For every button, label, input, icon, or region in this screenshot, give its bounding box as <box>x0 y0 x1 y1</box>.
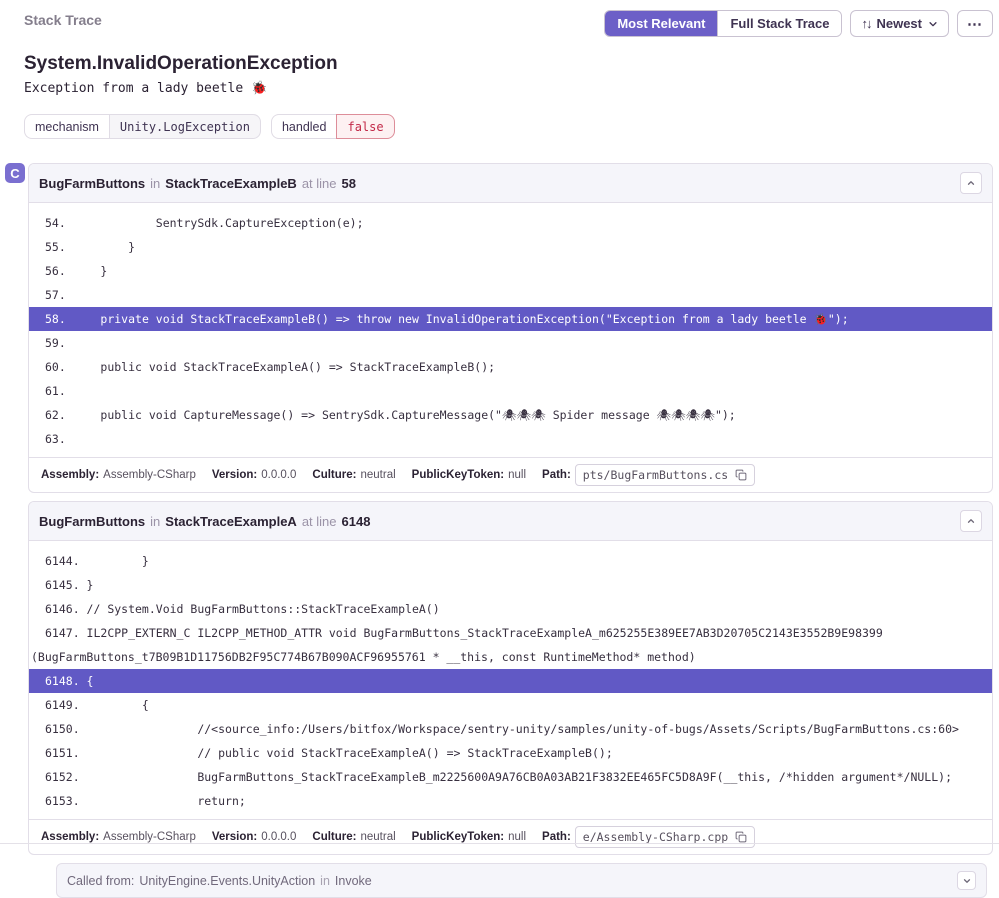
code-line: 6149. { <box>29 693 992 717</box>
more-options-button[interactable]: ⋯ <box>957 10 993 37</box>
assembly-value: Assembly-CSharp <box>103 469 196 481</box>
path-label: Path: <box>542 831 571 843</box>
chevron-up-icon <box>966 516 976 526</box>
path-value: e/Assembly-CSharp.cpp <box>583 830 728 844</box>
code-line: 55. } <box>29 235 992 259</box>
assembly-label: Assembly: <box>41 469 99 481</box>
code-line: 54. SentrySdk.CaptureException(e); <box>29 211 992 235</box>
frame-in-word: in <box>150 176 160 191</box>
expand-caller-button[interactable] <box>957 871 976 890</box>
frame-in-word: in <box>150 514 160 529</box>
code-line: 6150. //<source_info:/Users/bitfox/Works… <box>29 717 992 741</box>
stack-frames-list: C BugFarmButtons in StackTraceExampleB a… <box>28 163 993 898</box>
assembly-info: Assembly: Assembly-CSharp Version: 0.0.0.0… <box>29 819 992 854</box>
assembly-label: Assembly: <box>41 831 99 843</box>
code-line: 56. } <box>29 259 992 283</box>
version-label: Version: <box>212 831 257 843</box>
publickeytoken-value: null <box>508 831 526 843</box>
version-value: 0.0.0.0 <box>261 469 296 481</box>
full-stack-trace-button[interactable]: Full Stack Trace <box>717 11 841 36</box>
bottom-divider <box>0 843 999 844</box>
collapse-frame-button[interactable] <box>960 510 982 532</box>
publickeytoken-label: PublicKeyToken: <box>412 831 504 843</box>
frame-atline-word: at line <box>302 176 337 191</box>
frame-header[interactable]: BugFarmButtons in StackTraceExampleB at … <box>29 164 992 203</box>
frame-function: StackTraceExampleB <box>165 176 297 191</box>
version-value: 0.0.0.0 <box>261 831 296 843</box>
view-toggle: Most Relevant Full Stack Trace <box>604 10 842 37</box>
tag-key: handled <box>271 114 337 139</box>
collapse-frame-button[interactable] <box>960 172 982 194</box>
frame-atline-word: at line <box>302 514 337 529</box>
chevron-down-icon <box>928 19 938 29</box>
path-label: Path: <box>542 469 571 481</box>
caller-function: Invoke <box>335 874 372 888</box>
code-context: 54. SentrySdk.CaptureException(e); 55. }… <box>29 203 992 457</box>
frame-module: BugFarmButtons <box>39 514 145 529</box>
called-from-label: Called from: <box>67 874 134 888</box>
caller-in-word: in <box>320 874 330 888</box>
stack-trace-controls: Most Relevant Full Stack Trace ↑↓ Newest… <box>604 10 993 37</box>
culture-label: Culture: <box>312 469 356 481</box>
tag-mechanism[interactable]: mechanism Unity.LogException <box>24 114 261 139</box>
code-line-highlighted: 6148. { <box>29 669 992 693</box>
assembly-value: Assembly-CSharp <box>103 831 196 843</box>
tag-value: Unity.LogException <box>109 114 261 139</box>
tag-handled[interactable]: handled false <box>271 114 395 139</box>
code-line: 61. <box>29 379 992 403</box>
code-line: 6151. // public void StackTraceExampleA(… <box>29 741 992 765</box>
frame-header[interactable]: BugFarmButtons in StackTraceExampleA at … <box>29 502 992 541</box>
copy-icon[interactable] <box>735 469 747 481</box>
section-title: Stack Trace <box>24 12 102 28</box>
code-line: 6146. // System.Void BugFarmButtons::Sta… <box>29 597 992 621</box>
version-label: Version: <box>212 469 257 481</box>
stack-frame: BugFarmButtons in StackTraceExampleA at … <box>28 501 993 855</box>
code-line: 63. <box>29 427 992 451</box>
path-value: pts/BugFarmButtons.cs <box>583 468 728 482</box>
csharp-platform-icon: C <box>5 163 25 183</box>
frame-line-number: 58 <box>342 176 356 191</box>
sort-newest-button[interactable]: ↑↓ Newest <box>850 10 949 37</box>
code-line: 57. <box>29 283 992 307</box>
assembly-info: Assembly: Assembly-CSharp Version: 0.0.0.0… <box>29 457 992 492</box>
chevron-down-icon <box>962 876 972 886</box>
frame-line-number: 6148 <box>342 514 371 529</box>
copy-icon[interactable] <box>735 831 747 843</box>
code-line: 6152. BugFarmButtons_StackTraceExampleB_… <box>29 765 992 789</box>
ellipsis-icon: ⋯ <box>967 15 983 33</box>
stack-trace-section: Stack Trace Most Relevant Full Stack Tra… <box>0 0 999 139</box>
exception-message: Exception from a lady beetle 🐞 <box>24 81 993 96</box>
publickeytoken-label: PublicKeyToken: <box>412 469 504 481</box>
frame-module: BugFarmButtons <box>39 176 145 191</box>
culture-value: neutral <box>361 469 396 481</box>
sort-arrows-icon: ↑↓ <box>861 16 870 31</box>
path-copy-box[interactable]: pts/BugFarmButtons.cs <box>575 464 755 486</box>
culture-value: neutral <box>361 831 396 843</box>
called-from-bar[interactable]: Called from: UnityEngine.Events.UnityAct… <box>56 863 987 898</box>
code-line: 60. public void StackTraceExampleA() => … <box>29 355 992 379</box>
tag-list: mechanism Unity.LogException handled fal… <box>24 114 993 139</box>
code-line: 6144. } <box>29 549 992 573</box>
chevron-up-icon <box>966 178 976 188</box>
publickeytoken-value: null <box>508 469 526 481</box>
code-line: 62. public void CaptureMessage() => Sent… <box>29 403 992 427</box>
caller-module: UnityEngine.Events.UnityAction <box>139 874 315 888</box>
code-line: 6147. IL2CPP_EXTERN_C IL2CPP_METHOD_ATTR… <box>29 621 992 669</box>
tag-key: mechanism <box>24 114 109 139</box>
code-line: 59. <box>29 331 992 355</box>
code-line-highlighted: 58. private void StackTraceExampleB() =>… <box>29 307 992 331</box>
exception-type: System.InvalidOperationException <box>24 53 993 75</box>
stack-frame: BugFarmButtons in StackTraceExampleB at … <box>28 163 993 493</box>
frame-function: StackTraceExampleA <box>165 514 297 529</box>
culture-label: Culture: <box>312 831 356 843</box>
code-context: 6144. } 6145. } 6146. // System.Void Bug… <box>29 541 992 819</box>
most-relevant-button[interactable]: Most Relevant <box>605 11 717 36</box>
code-line: 6153. return; <box>29 789 992 813</box>
tag-value: false <box>336 114 394 139</box>
sort-label: Newest <box>876 16 922 31</box>
code-line: 6145. } <box>29 573 992 597</box>
